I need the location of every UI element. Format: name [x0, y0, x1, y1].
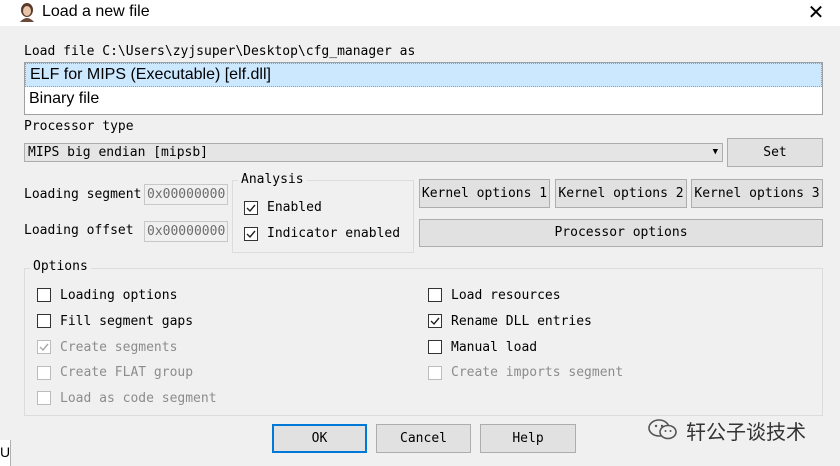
enabled-checkbox[interactable] — [244, 201, 258, 215]
list-item-elf[interactable]: ELF for MIPS (Executable) [elf.dll] — [25, 63, 822, 87]
cancel-button[interactable]: Cancel — [376, 424, 471, 453]
create-segments-label: Create segments — [60, 340, 178, 355]
rename-dll-entries-label: Rename DLL entries — [451, 314, 592, 329]
create-flat-group-checkbox — [37, 366, 51, 380]
load-resources-label: Load resources — [451, 288, 561, 303]
indicator-enabled-label: Indicator enabled — [267, 226, 401, 241]
loading-options-checkbox[interactable] — [37, 288, 51, 302]
loading-segment-field[interactable]: 0x00000000 — [144, 184, 228, 205]
loading-offset-label: Loading offset — [24, 223, 134, 238]
fill-segment-gaps-checkbox[interactable] — [37, 314, 51, 328]
processor-options-button[interactable]: Processor options — [419, 219, 823, 247]
help-button[interactable]: Help — [480, 424, 576, 453]
dropdown-arrow-icon: ▼ — [712, 147, 718, 157]
manual-load-label: Manual load — [451, 340, 538, 355]
analysis-group — [232, 180, 414, 253]
indicator-enabled-checkbox[interactable] — [244, 227, 258, 241]
processor-type-select[interactable]: MIPS big endian [mipsb] ▼ — [24, 143, 723, 162]
rename-dll-entries-checkbox[interactable] — [428, 314, 442, 328]
load-as-code-segment-label: Load as code segment — [60, 391, 217, 406]
loading-offset-field[interactable]: 0x00000000 — [144, 221, 228, 242]
kernel-options-2-button[interactable]: Kernel options 2 — [555, 179, 687, 208]
enabled-label: Enabled — [267, 200, 322, 215]
loading-segment-label: Loading segment — [24, 187, 142, 202]
processor-type-label: Processor type — [24, 119, 134, 134]
checkmark-icon — [246, 204, 256, 213]
window-title: Load a new file — [42, 3, 150, 20]
processor-type-value: MIPS big endian [mipsb] — [28, 145, 209, 160]
manual-load-checkbox[interactable] — [428, 340, 442, 354]
load-resources-checkbox[interactable] — [428, 288, 442, 302]
set-button[interactable]: Set — [727, 138, 823, 167]
create-imports-segment-label: Create imports segment — [451, 365, 624, 380]
file-type-listbox[interactable]: ELF for MIPS (Executable) [elf.dll] Bina… — [24, 62, 823, 115]
loading-options-label: Loading options — [60, 288, 178, 303]
watermark-text: 轩公子谈技术 — [686, 420, 806, 444]
analysis-group-title: Analysis — [238, 172, 307, 187]
checkmark-icon — [39, 343, 49, 352]
fill-segment-gaps-label: Fill segment gaps — [60, 314, 194, 329]
kernel-options-1-button[interactable]: Kernel options 1 — [419, 179, 550, 208]
load-as-code-segment-checkbox — [37, 391, 51, 405]
app-logo-icon — [17, 2, 37, 22]
ok-button[interactable]: OK — [272, 424, 367, 453]
create-flat-group-label: Create FLAT group — [60, 365, 194, 380]
list-item-binary[interactable]: Binary file — [25, 87, 822, 111]
load-file-label: Load file C:\Users\zyjsuper\Desktop\cfg_… — [24, 44, 416, 59]
close-icon[interactable]: ✕ — [802, 0, 830, 25]
checkmark-icon — [246, 230, 256, 239]
create-segments-checkbox — [37, 340, 51, 354]
wechat-icon — [648, 419, 678, 441]
kernel-options-3-button[interactable]: Kernel options 3 — [691, 179, 823, 208]
background-window-fragment: Us — [0, 440, 11, 466]
checkmark-icon — [430, 317, 440, 326]
create-imports-segment-checkbox — [428, 366, 442, 380]
options-group-title: Options — [30, 259, 91, 274]
